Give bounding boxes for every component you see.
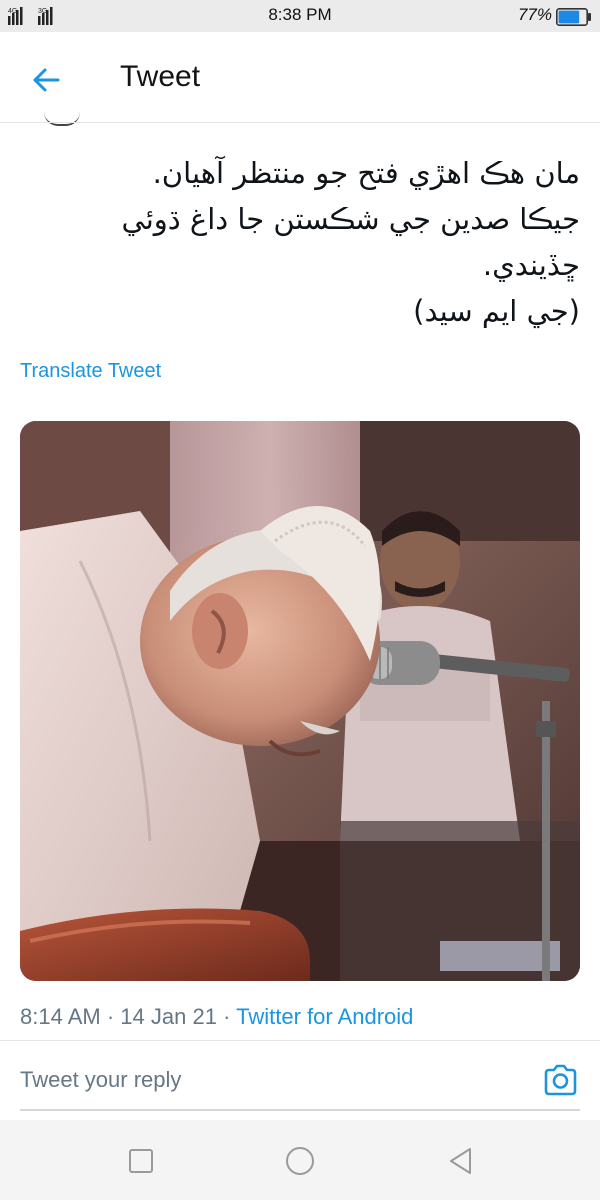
system-nav-bar [0, 1120, 600, 1200]
tweet-photo[interactable] [20, 421, 580, 981]
reply-underline [20, 1109, 580, 1111]
meta-divider [0, 1040, 600, 1041]
status-time: 8:38 PM [268, 5, 332, 24]
meta-separator: · [223, 1004, 231, 1029]
translate-tweet-link[interactable]: Translate Tweet [20, 360, 161, 383]
photo-illustration [20, 421, 580, 981]
triangle-back-icon[interactable] [444, 1144, 478, 1178]
tweet-text: مان هڪ اهڙي فتح جو منتظر آهيان. جيڪا صدي… [20, 150, 580, 334]
arrow-left-icon[interactable] [26, 60, 66, 100]
tweet-metadata: 8:14 AM · 14 Jan 21 · Twitter for Androi… [20, 1004, 413, 1030]
camera-icon[interactable] [540, 1060, 580, 1100]
battery-level-fill [558, 10, 580, 24]
reply-input[interactable] [20, 1062, 520, 1098]
status-bar: 4G 3G 8:38 PM 77% [0, 0, 600, 32]
tweet-detail-screen: 4G 3G 8:38 PM 77% Tweet مان هڪ اهڙي فتح … [0, 0, 600, 1200]
tweet-text-line: ڇڏيندي. [482, 248, 580, 282]
header-divider [0, 122, 600, 123]
tweet-time: 8:14 AM [20, 1004, 101, 1029]
battery-percent: 77% [517, 5, 552, 24]
page-title: Tweet [120, 60, 201, 93]
circle-icon[interactable] [283, 1144, 317, 1178]
tweet-text-line: جيڪا صدين جي شڪستن جا داغ ڌوئي [121, 202, 580, 236]
battery-icon [556, 8, 591, 26]
app-header: Tweet [0, 32, 600, 124]
tweet-text-line: مان هڪ اهڙي فتح جو منتظر آهيان. [152, 156, 580, 190]
tweet-source-link[interactable]: Twitter for Android [236, 1004, 413, 1029]
tweet-date: 14 Jan 21 [120, 1004, 217, 1029]
square-icon[interactable] [124, 1144, 158, 1178]
meta-separator: · [106, 1004, 115, 1029]
tweet-text-line: (جي ايم سيد) [413, 294, 580, 328]
